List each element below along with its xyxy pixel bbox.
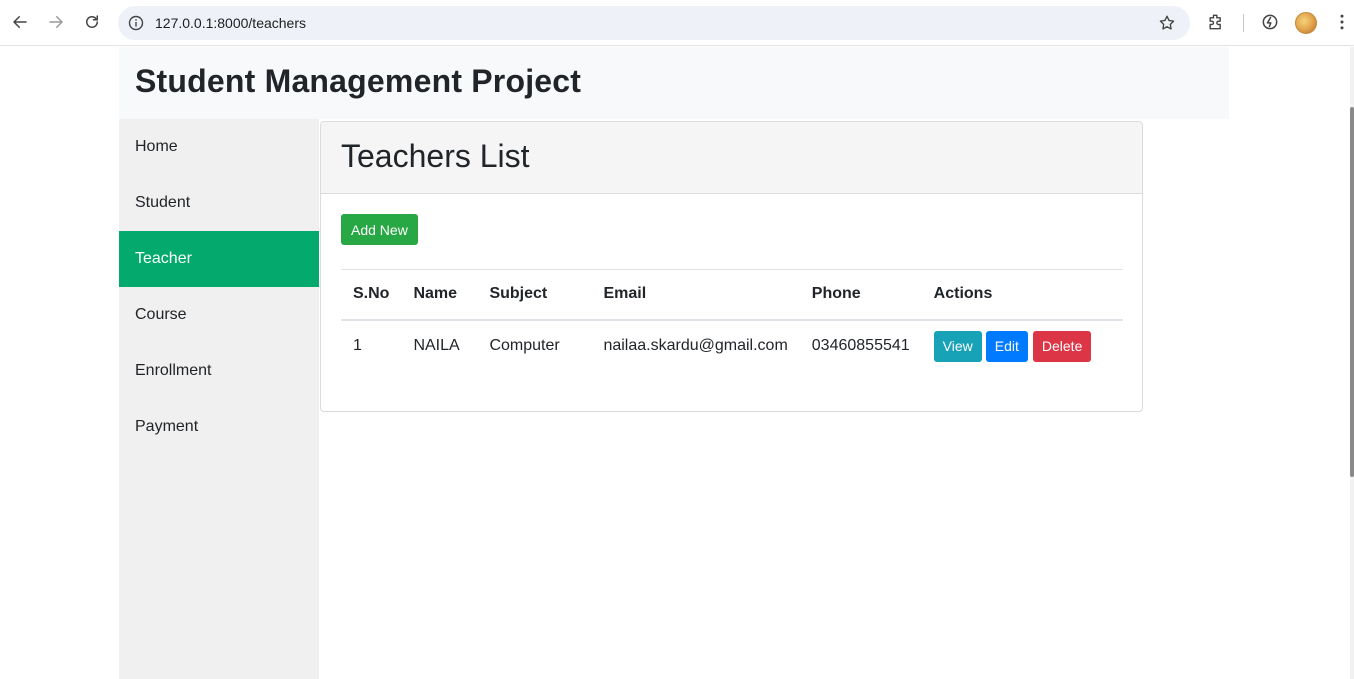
cell-subject: Computer [489, 337, 560, 354]
add-new-button[interactable]: Add New [341, 214, 418, 245]
sidebar-item-course[interactable]: Course [119, 287, 319, 343]
address-url[interactable]: 127.0.0.1:8000/teachers [155, 15, 306, 31]
site-title: Student Management Project [135, 63, 582, 99]
column-header-phone: Phone [799, 269, 922, 321]
cell-email: nailaa.skardu@gmail.com [603, 337, 788, 354]
address-bar[interactable]: 127.0.0.1:8000/teachers [118, 6, 1190, 40]
star-icon[interactable] [1158, 14, 1176, 32]
cell-phone: 03460855541 [811, 337, 910, 354]
edit-button[interactable]: Edit [985, 330, 1028, 362]
card-header: Teachers List [321, 122, 1142, 194]
browser-toolbar: 127.0.0.1:8000/teachers [0, 0, 1354, 46]
column-header-subject: Subject [477, 269, 592, 321]
performance-icon[interactable] [1260, 12, 1280, 32]
avatar[interactable] [1295, 12, 1317, 34]
column-header-sno: S.No [341, 269, 402, 321]
table-row: 1 NAILA Computer nailaa.skardu@gmail.com… [341, 320, 1123, 372]
back-arrow-icon[interactable] [6, 8, 34, 36]
sidebar: Home Student Teacher Course Enrollment P… [119, 119, 319, 679]
reload-icon[interactable] [78, 8, 106, 36]
forward-arrow-icon[interactable] [42, 8, 70, 36]
column-header-name: Name [401, 269, 478, 321]
teachers-table: S.No Name Subject Email Phone Actions 1 … [341, 269, 1123, 372]
cell-name: NAILA [413, 337, 460, 354]
more-icon[interactable] [1332, 12, 1352, 32]
extensions-icon[interactable] [1206, 12, 1226, 32]
column-header-email: Email [591, 269, 800, 321]
site-header: Student Management Project [119, 47, 1229, 119]
view-button[interactable]: View [933, 330, 982, 362]
sidebar-item-home[interactable]: Home [119, 119, 319, 175]
sidebar-item-enrollment[interactable]: Enrollment [119, 343, 319, 399]
sidebar-item-payment[interactable]: Payment [119, 399, 319, 455]
teachers-card: Teachers List Add New S.No Name Subject … [320, 121, 1143, 412]
info-icon[interactable] [128, 15, 144, 31]
scrollbar-thumb[interactable] [1350, 107, 1354, 477]
cell-actions: View Edit Delete [922, 320, 1123, 372]
table-header-row: S.No Name Subject Email Phone Actions [341, 269, 1123, 321]
cell-sno: 1 [353, 337, 362, 354]
column-header-actions: Actions [921, 269, 1123, 321]
page-title: Teachers List [341, 138, 530, 174]
toolbar-divider [1243, 14, 1244, 32]
sidebar-item-teacher[interactable]: Teacher [119, 231, 319, 287]
page-scrollbar[interactable] [1350, 47, 1354, 679]
sidebar-item-student[interactable]: Student [119, 175, 319, 231]
delete-button[interactable]: Delete [1032, 330, 1092, 362]
